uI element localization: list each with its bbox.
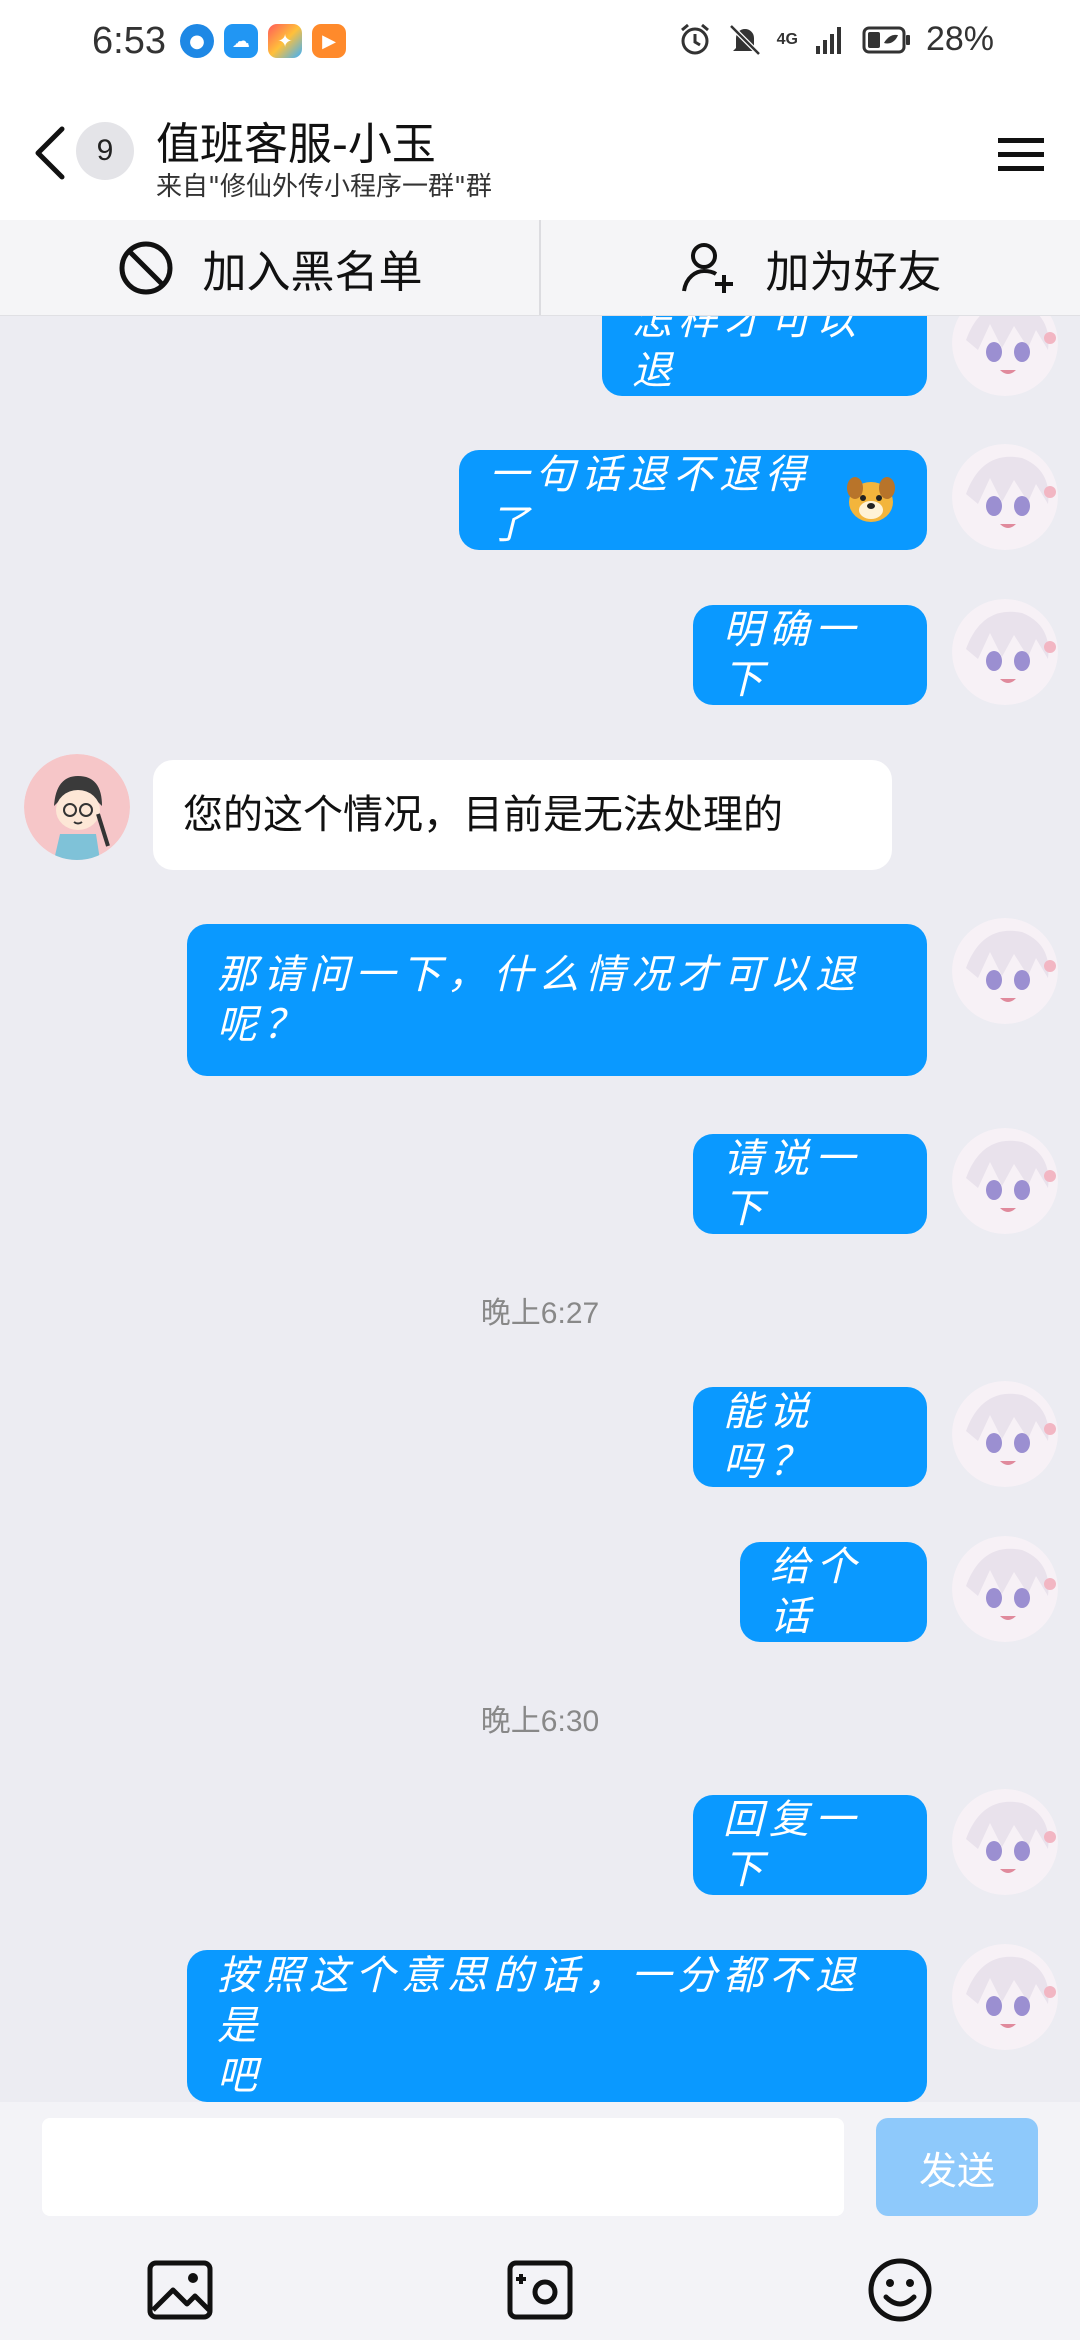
emoji-button[interactable] <box>860 2250 940 2330</box>
video-icon: ▶ <box>312 24 346 58</box>
chat-subtitle: 来自"修仙外传小程序一群"群 <box>156 172 492 202</box>
menu-button[interactable] <box>996 130 1046 180</box>
chevron-left-icon <box>35 126 65 180</box>
block-icon <box>119 241 172 294</box>
app-store-icon: ✦ <box>268 24 302 58</box>
message-bubble-self[interactable]: 回复一下 <box>693 1795 927 1895</box>
action-bar: 加入黑名单 加为好友 <box>0 220 1080 316</box>
blacklist-button[interactable]: 加入黑名单 <box>0 220 539 315</box>
message-bubble-self[interactable]: 能说吗？ <box>693 1387 927 1487</box>
message-bubble-other[interactable]: 您的这个情况，目前是无法处理的 <box>153 760 892 870</box>
message-list[interactable]: 怎样才可以退 一句话退不退得了 明确一下 您的这个情况，目前是无法处理的 那请问… <box>0 316 1080 2102</box>
self-avatar[interactable] <box>952 1536 1058 1642</box>
image-icon <box>147 2260 213 2320</box>
status-indicators: 4G 28% <box>677 20 994 59</box>
contact-avatar[interactable] <box>24 754 130 860</box>
message-bubble-self[interactable]: 那请问一下，什么情况才可以退 呢？ <box>187 924 927 1076</box>
self-avatar[interactable] <box>952 599 1058 705</box>
battery-percent: 28% <box>925 20 994 58</box>
send-button[interactable]: 发送 <box>876 2118 1038 2216</box>
add-friend-label: 加为好友 <box>765 246 942 298</box>
status-time: 6:53 <box>92 20 166 62</box>
cloud-icon: ☁ <box>224 24 258 58</box>
back-button[interactable] <box>30 118 80 188</box>
browser-icon: ● <box>180 24 214 58</box>
signal-icon <box>815 26 841 54</box>
timestamp: 晚上6:30 <box>480 1705 600 1738</box>
smile-icon <box>868 2258 932 2322</box>
self-avatar[interactable] <box>952 1944 1058 2050</box>
blacklist-label: 加入黑名单 <box>202 246 423 298</box>
unread-count-badge: 9 <box>76 122 134 180</box>
chat-title: 值班客服-小玉 <box>156 119 436 170</box>
alarm-icon <box>680 23 709 54</box>
add-friend-button[interactable]: 加为好友 <box>539 220 1080 315</box>
battery-icon <box>862 26 910 53</box>
self-avatar[interactable] <box>952 1789 1058 1895</box>
mute-icon <box>728 23 761 56</box>
camera-icon <box>507 2260 573 2320</box>
self-avatar[interactable] <box>952 1381 1058 1487</box>
composer: 发送 <box>0 2102 1080 2340</box>
self-avatar[interactable] <box>952 316 1058 396</box>
hamburger-menu-icon <box>998 138 1044 171</box>
image-picker-button[interactable] <box>140 2250 220 2330</box>
add-user-icon <box>681 242 733 293</box>
self-avatar[interactable] <box>952 918 1058 1024</box>
message-bubble-self[interactable]: 明确一下 <box>693 605 927 705</box>
message-bubble-self[interactable]: 一句话退不退得了 <box>459 450 927 550</box>
camera-button[interactable] <box>500 2250 580 2330</box>
notification-app-icons: ● ☁ ✦ ▶ <box>180 24 346 58</box>
status-bar: 6:53 ● ☁ ✦ ▶ 4G 28% <box>0 0 1080 90</box>
timestamp: 晚上6:27 <box>480 1297 600 1330</box>
self-avatar[interactable] <box>952 1128 1058 1234</box>
network-label: 4G <box>776 30 798 48</box>
message-input[interactable] <box>42 2118 844 2216</box>
chat-header: 9 值班客服-小玉 来自"修仙外传小程序一群"群 <box>0 90 1080 220</box>
dog-emoji-icon <box>847 477 895 522</box>
message-bubble-self[interactable]: 怎样才可以退 <box>602 316 927 396</box>
message-bubble-self[interactable]: 给个话 <box>740 1542 927 1642</box>
message-bubble-self[interactable]: 按照这个意思的话，一分都不退是 吧 <box>187 1950 927 2102</box>
self-avatar[interactable] <box>952 444 1058 550</box>
message-bubble-self[interactable]: 请说一下 <box>693 1134 927 1234</box>
